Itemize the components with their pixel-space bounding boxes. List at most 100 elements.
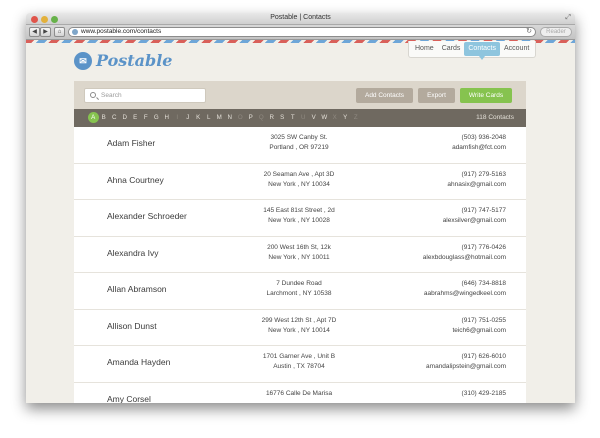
contact-email[interactable]: aabrahms@wingedkeel.com [424, 289, 506, 299]
alpha-letter-e[interactable]: E [130, 109, 141, 127]
browser-toolbar: ◀ ▶ ⌂ www.postable.com/contacts ↻ Reader [26, 25, 575, 40]
alpha-letter-l[interactable]: L [204, 109, 215, 127]
contact-email[interactable]: alexsilver@gmail.com [443, 216, 506, 226]
alpha-letter-j[interactable]: J [183, 109, 194, 127]
alpha-letter-h[interactable]: H [162, 109, 173, 127]
address-line: New York , NY 10034 [268, 180, 330, 188]
address-line: New York , NY 10011 [268, 253, 330, 261]
alpha-letter-b[interactable]: B [99, 109, 110, 127]
home-button[interactable]: ⌂ [54, 27, 65, 37]
forward-button[interactable]: ▶ [40, 27, 51, 37]
contact-phone: (917) 747-5177 [461, 207, 506, 214]
alpha-letter-q[interactable]: Q [256, 109, 267, 127]
contact-info: (917) 776-0426 alexbdouglass@hotmail.com [423, 243, 506, 263]
contact-name[interactable]: Alexander Schroeder [107, 211, 187, 221]
contact-row[interactable]: Allan Abramson 7 Dundee Road Larchmont , N… [74, 273, 526, 310]
search-input[interactable] [101, 90, 201, 101]
contact-row[interactable]: Ahna Courtney 20 Seaman Ave , Apt 3D New Y… [74, 164, 526, 200]
fullscreen-icon[interactable]: ⤢ [565, 14, 571, 22]
alpha-letter-k[interactable]: K [193, 109, 204, 127]
contact-email[interactable]: adamfish@fct.com [452, 143, 506, 153]
contact-row[interactable]: Allison Dunst 299 West 12th St , Apt 7D Ne… [74, 310, 526, 346]
contact-phone: (917) 279-5163 [461, 170, 506, 178]
contact-phone: (310) 429-2185 [461, 389, 506, 397]
contact-email[interactable]: alexbdouglass@hotmail.com [423, 253, 506, 263]
nav-home[interactable]: Home [411, 42, 438, 56]
contact-name[interactable]: Allison Dunst [107, 321, 157, 331]
alpha-letter-u[interactable]: U [298, 109, 309, 127]
brand-name: Postable [96, 51, 173, 70]
alpha-letter-g[interactable]: G [151, 109, 162, 127]
contact-row[interactable]: Alexandra Ivy 200 West 16th St, 12k New Yo… [74, 237, 526, 273]
alpha-letter-d[interactable]: D [120, 109, 131, 127]
contact-email[interactable]: teich6@gmail.com [452, 326, 506, 336]
alpha-letter-s[interactable]: S [277, 109, 288, 127]
search-box[interactable] [84, 88, 206, 103]
nav-account[interactable]: Account [500, 42, 533, 56]
write-cards-button[interactable]: Write Cards [460, 88, 512, 103]
alpha-letter-c[interactable]: C [109, 109, 120, 127]
reader-button[interactable]: Reader [540, 27, 572, 37]
alpha-letter-o[interactable]: O [235, 109, 246, 127]
contact-name[interactable]: Adam Fisher [107, 138, 155, 148]
alpha-letter-w[interactable]: W [319, 109, 330, 127]
contact-phone: (917) 626-6010 [461, 353, 506, 360]
contact-row[interactable]: Alexander Schroeder 145 East 81st Street … [74, 200, 526, 237]
contact-name[interactable]: Amy Corsel [107, 394, 151, 404]
contact-email[interactable]: amandalipstein@gmail.com [426, 362, 506, 372]
contact-address: 1701 Garner Ave , Unit B Austin , TX 7870… [229, 352, 369, 372]
contact-name[interactable]: Allan Abramson [107, 284, 167, 294]
alpha-letter-m[interactable]: M [214, 109, 225, 127]
alpha-letter-n[interactable]: N [225, 109, 236, 127]
contact-name[interactable]: Ahna Courtney [107, 175, 164, 185]
alpha-letter-v[interactable]: V [309, 109, 320, 127]
alpha-letter-t[interactable]: T [288, 109, 299, 127]
alpha-letter-p[interactable]: P [246, 109, 257, 127]
contact-info: (310) 429-2185 [462, 389, 506, 399]
contact-row[interactable]: Amanda Hayden 1701 Garner Ave , Unit B Aus… [74, 346, 526, 383]
contact-info: (917) 279-5163 ahnasix@gmail.com [447, 170, 506, 190]
search-icon [90, 92, 96, 98]
contact-name[interactable]: Alexandra Ivy [107, 248, 159, 258]
contact-phone: (503) 936-2048 [461, 134, 506, 141]
contact-address: 145 East 81st Street , 2d New York , NY 1… [229, 206, 369, 226]
contact-info: (917) 751-0255 teich6@gmail.com [452, 316, 506, 336]
reload-icon[interactable]: ↻ [526, 28, 532, 36]
alpha-letter-y[interactable]: Y [340, 109, 351, 127]
site-icon [72, 29, 78, 35]
address-line: Austin , TX 78704 [273, 363, 325, 370]
contact-phone: (917) 776-0426 [461, 243, 506, 251]
contact-info: (917) 747-5177 alexsilver@gmail.com [443, 206, 506, 226]
contact-phone: (646) 734-8818 [461, 280, 506, 287]
alpha-letter-i[interactable]: I [172, 109, 183, 127]
contact-address: 200 West 16th St, 12k New York , NY 10011 [229, 243, 369, 263]
alpha-letter-f[interactable]: F [141, 109, 152, 127]
address-line: 3025 SW Canby St. [270, 134, 328, 141]
nav-contacts[interactable]: Contacts [464, 42, 500, 60]
alpha-letter-a[interactable]: A [88, 109, 99, 127]
back-button[interactable]: ◀ [29, 27, 40, 37]
contact-address: 299 West 12th St , Apt 7D New York , NY 1… [229, 316, 369, 336]
add-contacts-button[interactable]: Add Contacts [356, 88, 413, 103]
contact-list: Adam Fisher 3025 SW Canby St. Portland , O… [74, 127, 526, 403]
contact-address: 16776 Calle De Marisa [229, 389, 369, 399]
address-line: 20 Seaman Ave , Apt 3D [263, 170, 335, 178]
alpha-letter-x[interactable]: X [330, 109, 341, 127]
contact-email[interactable]: ahnasix@gmail.com [447, 180, 506, 190]
address-line: New York , NY 10014 [268, 326, 330, 334]
contact-row[interactable]: Amy Corsel 16776 Calle De Marisa (310) 429… [74, 383, 526, 404]
contact-row[interactable]: Adam Fisher 3025 SW Canby St. Portland , O… [74, 127, 526, 164]
address-bar[interactable]: www.postable.com/contacts ↻ [68, 27, 536, 37]
postable-logo-icon: ✉ [74, 52, 92, 70]
contacts-toolbar: Add Contacts Export Write Cards [74, 81, 526, 109]
address-line: 200 West 16th St, 12k [267, 243, 331, 251]
export-button[interactable]: Export [418, 88, 455, 103]
contact-info: (646) 734-8818 aabrahms@wingedkeel.com [424, 279, 506, 299]
address-line: 1701 Garner Ave , Unit B [262, 353, 336, 360]
alpha-letter-z[interactable]: Z [351, 109, 362, 127]
contact-name[interactable]: Amanda Hayden [107, 357, 170, 367]
browser-window: Postable | Contacts ⤢ ◀ ▶ ⌂ www.postable… [26, 13, 575, 403]
alpha-letter-r[interactable]: R [267, 109, 278, 127]
address-line: Portland , OR 97219 [269, 144, 329, 151]
nav-cards[interactable]: Cards [438, 42, 465, 56]
